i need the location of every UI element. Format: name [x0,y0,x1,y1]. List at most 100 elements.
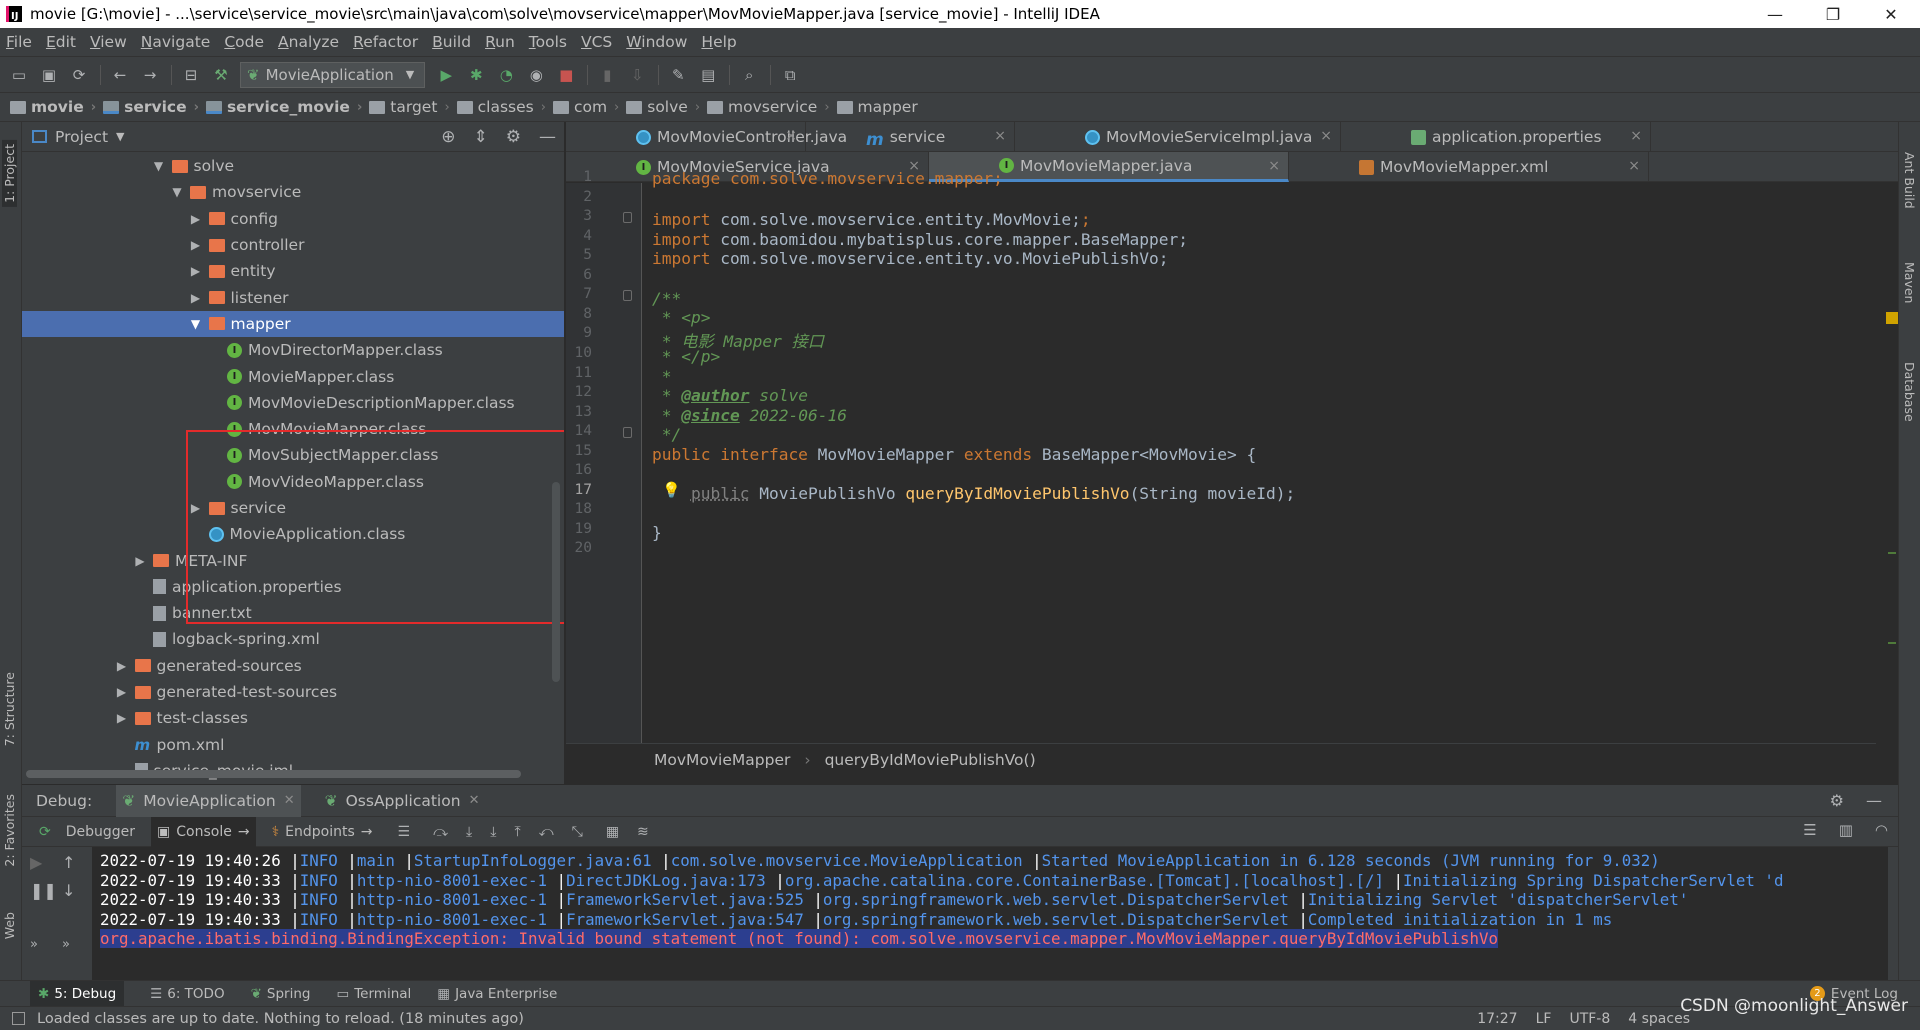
gauge-icon[interactable]: ◠ [1875,821,1888,839]
trace-icon[interactable]: ≋ [637,824,649,840]
editor-tab[interactable]: application.properties × [1341,122,1651,152]
step-out-icon[interactable]: ⤒ [514,824,520,840]
list-icon[interactable]: ☰ [398,824,411,840]
tree-item[interactable]: I MovMovieDescriptionMapper.class [22,390,564,416]
rerun-icon[interactable]: ⟳ [39,824,51,840]
nav-crumb-service-movie[interactable]: service_movie › [205,98,369,116]
line-separator[interactable]: LF [1536,1011,1552,1027]
close-icon[interactable]: × [1630,128,1642,144]
menu-refactor[interactable]: Refactor [353,33,418,51]
tree-item[interactable]: ▼ solve [22,153,564,179]
editor-tab[interactable]: MovMovieMapper.xml × [1289,152,1649,182]
collapse-all-icon[interactable]: ⇕ [474,127,488,147]
subtab-console[interactable]: ▣ Console → [151,816,256,847]
gear-icon[interactable]: ⚙ [506,127,521,147]
presentation-icon[interactable]: ⧉ [779,64,801,86]
hide-panel-icon[interactable]: — [539,127,556,147]
maven-tool-tab[interactable]: Maven [1902,262,1917,303]
code-area[interactable]: package com.solve.movservice.mapper; imp… [652,169,1872,743]
tree-item[interactable]: ▶ listener [22,284,564,310]
scroll-down-icon[interactable]: ↓ [62,881,75,900]
menu-window[interactable]: Window [626,33,687,51]
file-encoding[interactable]: UTF-8 [1569,1011,1610,1027]
build-hammer-icon[interactable]: ⚒ [210,64,232,86]
warning-stripe-icon[interactable] [1886,312,1898,324]
project-panel-title[interactable]: Project [55,128,108,146]
open-module-icon[interactable]: ⊟ [180,64,202,86]
structure-tool-tab[interactable]: 7: Structure [2,672,17,746]
tree-item[interactable]: ▶ generated-sources [22,653,564,679]
database-tool-tab[interactable]: Database [1902,362,1917,422]
sync-icon[interactable]: ⟳ [68,64,90,86]
subtab-endpoints[interactable]: ⚕ Endpoints → [266,817,379,847]
tool-java-enterprise[interactable]: ▦ Java Enterprise [437,986,557,1002]
menu-code[interactable]: Code [224,33,264,51]
tree-item[interactable]: ▶ controller [22,232,564,258]
chevron-down-icon[interactable]: ▼ [189,317,203,331]
menu-file[interactable]: File [6,33,32,51]
gear-icon[interactable]: ⚙ [1830,791,1844,810]
close-icon[interactable]: × [1268,158,1280,174]
settings-wrench-icon[interactable]: ✎ [667,64,689,86]
tree-item[interactable]: banner.txt [22,600,564,626]
search-icon[interactable]: ⌕ [738,64,760,86]
run-to-cursor-icon[interactable]: ⤡ [572,824,583,840]
project-tool-tab[interactable]: 1: Project [2,140,17,207]
coverage-icon[interactable]: ◔ [495,64,517,86]
tree-item[interactable]: ▶ config [22,206,564,232]
evaluate-icon[interactable]: ▦ [606,824,619,840]
project-horizontal-scrollbar[interactable] [26,770,521,778]
nav-crumb-movservice[interactable]: movservice › [707,98,836,116]
chevron-right-icon[interactable]: ▶ [189,501,203,515]
forward-icon[interactable]: → [139,64,161,86]
fold-marker-icon[interactable] [623,427,632,439]
menu-help[interactable]: Help [701,33,736,51]
tree-item[interactable]: I MovieMapper.class [22,363,564,389]
tree-item[interactable]: I MovDirectorMapper.class [22,337,564,363]
expand-icon[interactable]: » [30,937,38,952]
close-window-button[interactable]: ✕ [1862,0,1920,28]
run-configuration-select[interactable]: ❦ MovieApplication ▼ [240,61,426,88]
menu-tools[interactable]: Tools [529,33,567,51]
back-icon[interactable]: ← [109,64,131,86]
tree-item[interactable]: I MovSubjectMapper.class [22,442,564,468]
close-icon[interactable]: × [1320,128,1332,144]
nav-crumb-classes[interactable]: classes › [456,98,553,116]
force-step-into-icon[interactable]: ⤓ [490,824,496,840]
layout-columns-icon[interactable]: ▥ [1839,821,1853,839]
run-icon[interactable]: ▶ [435,64,457,86]
console-output[interactable]: 2022-07-19 19:40:26 |INFO |main |Startup… [92,847,1888,980]
menu-analyze[interactable]: Analyze [278,33,339,51]
toggle-tool-windows-icon[interactable] [12,1012,25,1025]
lightbulb-icon[interactable]: 💡 [662,481,681,499]
tree-item[interactable]: ▶ generated-test-sources [22,679,564,705]
menu-vcs[interactable]: VCS [581,33,612,51]
chevron-right-icon[interactable]: ▶ [115,685,129,699]
tree-item[interactable]: ▶ META-INF [22,547,564,573]
close-icon[interactable]: × [1628,158,1640,174]
profile-icon[interactable]: ◉ [525,64,547,86]
chevron-right-icon[interactable]: ▶ [189,238,203,252]
menu-run[interactable]: Run [485,33,515,51]
web-tool-tab[interactable]: Web [2,912,17,939]
tool-debug[interactable]: ✱ 5: Debug [30,980,125,1007]
chevron-down-icon[interactable]: ▼ [116,130,124,143]
close-icon[interactable]: × [994,128,1006,144]
tree-item[interactable]: ▶ entity [22,258,564,284]
hide-panel-icon[interactable]: — [1866,791,1882,810]
tree-item[interactable]: ▶ service [22,495,564,521]
close-icon[interactable]: × [785,128,797,144]
pause-icon[interactable]: ❚❚ [30,881,57,900]
nav-crumb-service[interactable]: service › [103,98,206,116]
fold-marker-icon[interactable] [623,212,632,224]
save-all-icon[interactable]: ▣ [38,64,60,86]
scroll-up-icon[interactable]: ↑ [62,853,75,872]
menu-edit[interactable]: Edit [46,33,76,51]
minimize-button[interactable]: — [1746,0,1804,28]
chevron-right-icon[interactable]: ▶ [189,264,203,278]
editor-tab[interactable]: MovMovieController.java × [566,122,847,152]
tool-spring[interactable]: ❦ Spring [251,986,311,1002]
chevron-down-icon[interactable]: ▼ [170,185,184,199]
nav-crumb-mapper[interactable]: mapper [836,98,918,116]
resume-icon[interactable]: ▶ [30,853,42,872]
